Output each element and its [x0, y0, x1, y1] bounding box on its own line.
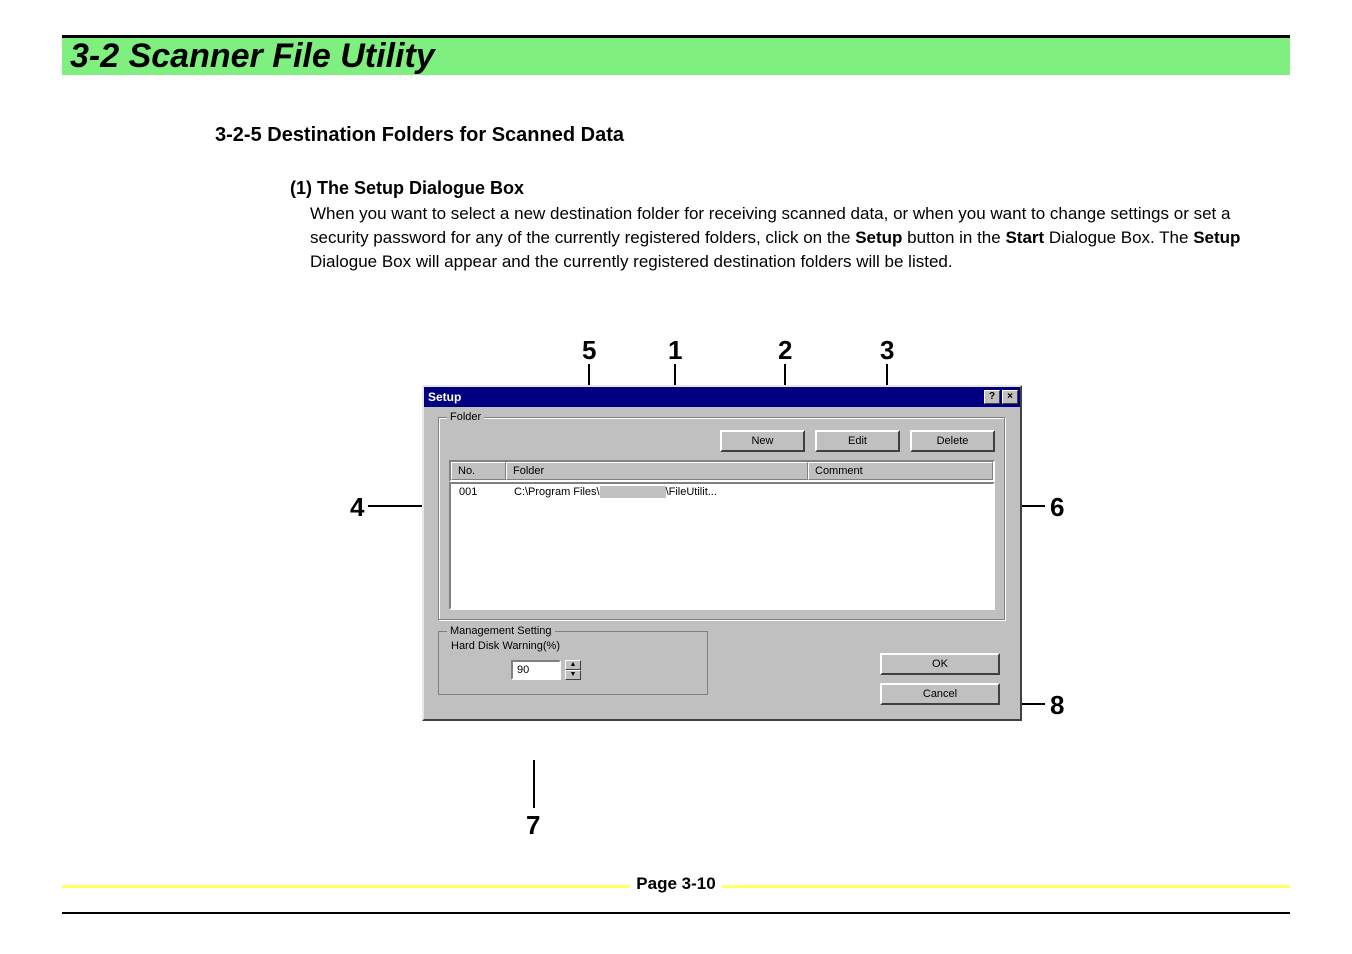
body-paragraph: When you want to select a new destinatio…	[310, 202, 1272, 273]
column-header-comment[interactable]: Comment	[808, 462, 993, 480]
folder-button-row: New Edit Delete	[449, 430, 995, 452]
row-folder-suffix: \FileUtilit...	[666, 486, 717, 498]
spin-up-icon[interactable]: ▲	[565, 660, 581, 670]
hdd-spinner: ▲ ▼	[565, 660, 581, 680]
row-folder: C:\Program Files\xxxxxxxxxxxx\FileUtilit…	[508, 486, 806, 498]
callout-2: 2	[778, 335, 792, 366]
dialog-body: Folder New Edit Delete No. Folder Commen…	[424, 407, 1020, 719]
column-header-no[interactable]: No.	[451, 462, 506, 480]
setup-dialog: Setup ? × Folder New Edit Delete No. Fol…	[422, 385, 1022, 721]
body-text-4: Dialogue Box will appear and the current…	[310, 252, 953, 271]
row-comment	[806, 486, 991, 498]
delete-button[interactable]: Delete	[910, 430, 995, 452]
list-header: No. Folder Comment	[449, 460, 995, 482]
page-number: Page 3-10	[630, 874, 721, 894]
row-folder-redacted: xxxxxxxxxxxx	[600, 486, 666, 498]
subsection-title: (1) The Setup Dialogue Box	[290, 178, 524, 199]
page-footer: Page 3-10	[62, 885, 1290, 914]
management-group-label: Management Setting	[447, 625, 555, 637]
black-rule	[62, 912, 1290, 914]
callout-8: 8	[1050, 690, 1064, 721]
start-bold: Start	[1005, 228, 1044, 247]
management-row: Management Setting Hard Disk Warning(%) …	[438, 631, 1006, 705]
help-button[interactable]: ?	[984, 390, 1000, 404]
column-header-folder[interactable]: Folder	[506, 462, 808, 480]
folder-group-label: Folder	[447, 411, 484, 423]
ok-cancel-column: OK Cancel	[880, 653, 1000, 705]
edit-button[interactable]: Edit	[815, 430, 900, 452]
spin-down-icon[interactable]: ▼	[565, 670, 581, 680]
hdd-spin-wrap: ▲ ▼	[511, 660, 687, 680]
titlebar-buttons: ? ×	[984, 390, 1018, 404]
row-folder-prefix: C:\Program Files\	[514, 486, 600, 498]
header-title: 3-2 Scanner File Utility	[62, 38, 1290, 74]
folder-groupbox: Folder New Edit Delete No. Folder Commen…	[438, 417, 1006, 621]
folder-list[interactable]: 001 C:\Program Files\xxxxxxxxxxxx\FileUt…	[449, 482, 995, 610]
setup-bold-2: Setup	[1193, 228, 1240, 247]
callout-line	[533, 760, 535, 808]
hdd-warning-input[interactable]	[511, 660, 561, 680]
row-no: 001	[453, 486, 508, 498]
list-item[interactable]: 001 C:\Program Files\xxxxxxxxxxxx\FileUt…	[453, 486, 991, 498]
page-header: 3-2 Scanner File Utility	[62, 35, 1290, 75]
body-text-3: Dialogue Box. The	[1044, 228, 1193, 247]
dialog-figure: 5 1 2 3 4 6 8 7 Setup ? × Folder New Edi…	[350, 340, 1090, 820]
callout-6: 6	[1050, 492, 1064, 523]
callout-7: 7	[526, 810, 540, 841]
dialog-title: Setup	[428, 390, 461, 404]
body-text-2: button in the	[902, 228, 1005, 247]
callout-5: 5	[582, 335, 596, 366]
titlebar: Setup ? ×	[424, 387, 1020, 407]
callout-3: 3	[880, 335, 894, 366]
new-button[interactable]: New	[720, 430, 805, 452]
hdd-warning-label: Hard Disk Warning(%)	[451, 640, 687, 652]
setup-bold-1: Setup	[855, 228, 902, 247]
callout-1: 1	[668, 335, 682, 366]
close-button[interactable]: ×	[1002, 390, 1018, 404]
ok-button[interactable]: OK	[880, 653, 1000, 675]
callout-4: 4	[350, 492, 364, 523]
management-groupbox: Management Setting Hard Disk Warning(%) …	[438, 631, 708, 695]
cancel-button[interactable]: Cancel	[880, 683, 1000, 705]
section-title: 3-2-5 Destination Folders for Scanned Da…	[215, 124, 624, 147]
